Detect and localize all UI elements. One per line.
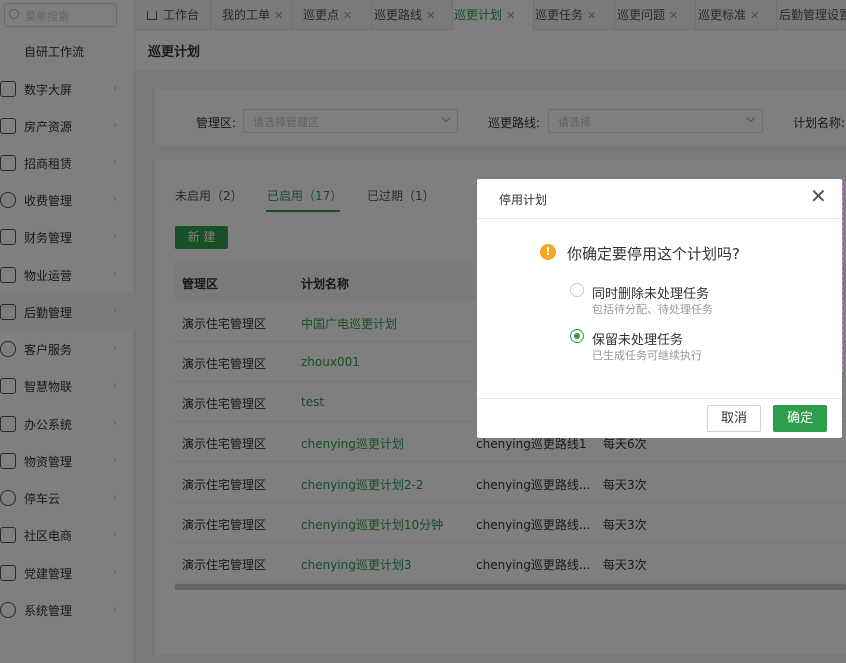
cancel-button[interactable]: 取消 xyxy=(707,405,761,432)
dashed-border-decoration xyxy=(842,180,846,372)
disable-plan-dialog: 停用计划 ✕ ! 你确定要停用这个计划吗? 同时删除未处理任务 包括待分配、待处… xyxy=(477,179,842,438)
option-keep-label[interactable]: 保留未处理任务 xyxy=(592,329,683,348)
option-keep-desc: 已生成任务可继续执行 xyxy=(592,349,702,362)
option-delete-desc: 包括待分配、待处理任务 xyxy=(592,303,713,316)
radio-keep-pending[interactable] xyxy=(570,329,584,343)
confirm-button[interactable]: 确定 xyxy=(773,405,827,432)
close-icon[interactable]: ✕ xyxy=(810,186,827,206)
dialog-title: 停用计划 xyxy=(499,193,548,207)
confirm-question: 你确定要停用这个计划吗? xyxy=(567,245,740,263)
radio-delete-pending[interactable] xyxy=(570,283,584,297)
divider xyxy=(477,218,842,219)
option-delete-label[interactable]: 同时删除未处理任务 xyxy=(592,283,709,302)
divider xyxy=(477,398,842,399)
warning-icon: ! xyxy=(540,244,556,260)
